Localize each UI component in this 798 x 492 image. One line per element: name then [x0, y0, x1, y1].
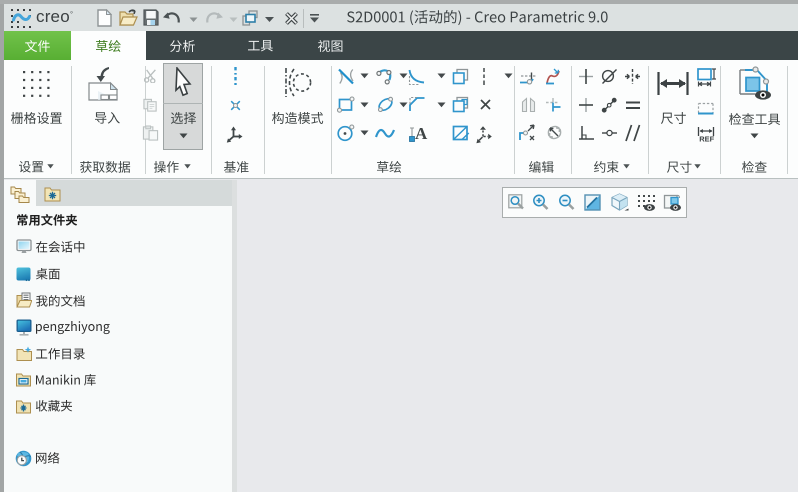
svg-text:REF: REF: [699, 135, 714, 143]
svg-text:A: A: [415, 124, 428, 142]
